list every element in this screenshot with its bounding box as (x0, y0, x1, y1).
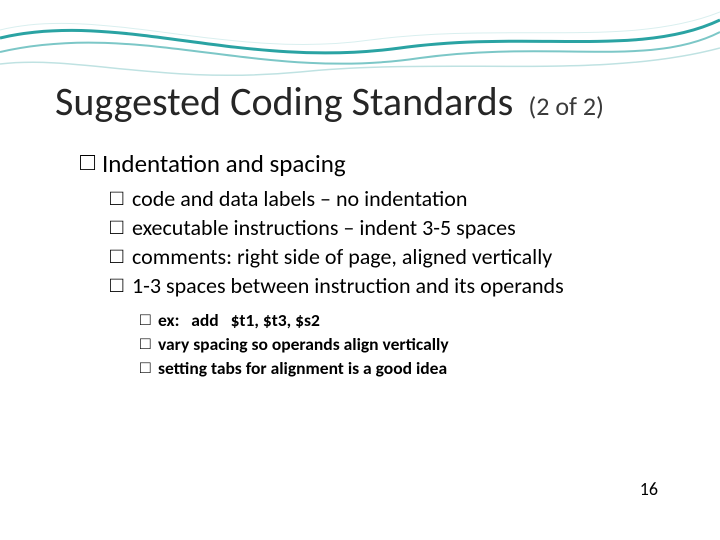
bullet-text: comments: right side of page, aligned ve… (132, 243, 552, 270)
bullet-lvl2: □ 1-3 spaces between instruction and its… (110, 272, 670, 299)
box-icon: □ (110, 214, 132, 240)
slide: Suggested Coding Standards (2 of 2) □ In… (0, 0, 720, 540)
bullet-lvl2: □ comments: right side of page, aligned … (110, 243, 670, 270)
bullet-text: code and data labels – no indentation (132, 185, 467, 212)
bullet-lvl3: □ setting tabs for alignment is a good i… (140, 357, 670, 379)
bullet-text: Indentation and spacing (102, 148, 346, 179)
box-icon: □ (140, 309, 158, 330)
box-icon: □ (140, 333, 158, 354)
box-icon: □ (140, 357, 158, 378)
box-icon: □ (110, 243, 132, 269)
title-main: Suggested Coding Standards (55, 77, 513, 126)
page-number: 16 (640, 478, 658, 500)
bullet-text: 1-3 spaces between instruction and its o… (132, 272, 564, 299)
bullet-text: ex: add $t1, $t3, $s2 (158, 309, 320, 331)
bullet-text: setting tabs for alignment is a good ide… (158, 357, 447, 379)
bullet-lvl1: □ Indentation and spacing (80, 148, 670, 179)
box-icon: □ (110, 272, 132, 298)
slide-content: □ Indentation and spacing □ code and dat… (80, 148, 670, 381)
bullet-lvl3: □ ex: add $t1, $t3, $s2 (140, 309, 670, 331)
bullet-text: vary spacing so operands align verticall… (158, 333, 449, 355)
title-suffix: (2 of 2) (528, 90, 604, 122)
sub-bullets: □ ex: add $t1, $t3, $s2 □ vary spacing s… (80, 309, 670, 379)
bullet-lvl3: □ vary spacing so operands align vertica… (140, 333, 670, 355)
slide-title: Suggested Coding Standards (2 of 2) (55, 82, 604, 122)
box-icon: □ (110, 185, 132, 211)
bullet-lvl2: □ code and data labels – no indentation (110, 185, 670, 212)
box-icon: □ (80, 148, 102, 177)
bullet-lvl2: □ executable instructions – indent 3-5 s… (110, 214, 670, 241)
bullet-text: executable instructions – indent 3-5 spa… (132, 214, 516, 241)
